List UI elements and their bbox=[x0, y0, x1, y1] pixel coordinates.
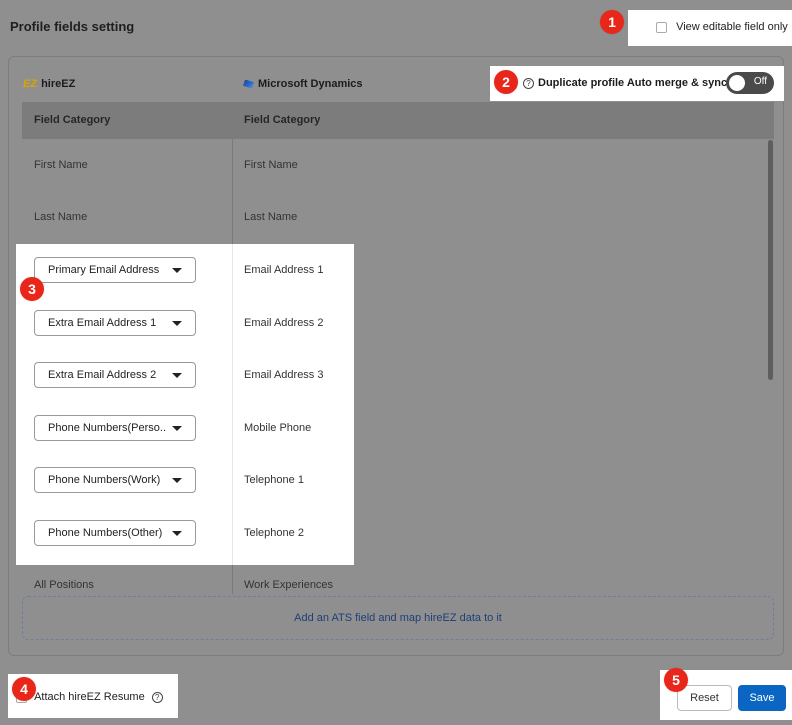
select-label: Phone Numbers(Perso... bbox=[48, 422, 166, 434]
row-last-name-left: Last Name bbox=[34, 211, 88, 223]
ats-field-email-2: Email Address 2 bbox=[244, 317, 324, 329]
caret-down-icon bbox=[172, 477, 182, 483]
mapping-select-phone-other[interactable]: Phone Numbers(Other) bbox=[34, 520, 196, 546]
table-scrollbar[interactable] bbox=[768, 140, 773, 380]
mapped-fields-panel bbox=[16, 244, 354, 565]
hireez-brand-name: hireEZ bbox=[41, 78, 76, 90]
header-hireez-field-category: Field Category bbox=[34, 114, 111, 126]
add-ats-field-button[interactable]: Add an ATS field and map hireEZ data to … bbox=[22, 596, 774, 640]
hireez-brand: EZ hireEZ bbox=[23, 78, 75, 90]
select-label: Phone Numbers(Other) bbox=[48, 527, 163, 539]
toggle-state-text: Off bbox=[753, 76, 767, 87]
help-icon[interactable]: ? bbox=[151, 691, 163, 703]
callout-badge-4: 4 bbox=[12, 677, 36, 701]
hireez-logo-icon: EZ bbox=[23, 78, 38, 90]
view-editable-label: View editable field only bbox=[676, 21, 788, 33]
mapping-select-email-2[interactable]: Extra Email Address 1 bbox=[34, 310, 196, 336]
save-button[interactable]: Save bbox=[738, 685, 786, 711]
select-label: Primary Email Address bbox=[48, 264, 160, 276]
row-all-positions-left: All Positions bbox=[34, 579, 94, 591]
mapped-column-divider bbox=[232, 244, 233, 565]
callout-badge-3: 3 bbox=[20, 277, 44, 301]
mapping-select-phone-work[interactable]: Phone Numbers(Work) bbox=[34, 467, 196, 493]
ats-field-telephone-1: Telephone 1 bbox=[244, 474, 304, 486]
duplicate-merge-toggle[interactable]: Off bbox=[726, 72, 774, 94]
view-editable-toggle[interactable]: View editable field only bbox=[656, 21, 788, 33]
mapping-select-phone-personal[interactable]: Phone Numbers(Perso... bbox=[34, 415, 196, 441]
microsoft-dynamics-logo-icon bbox=[243, 80, 254, 89]
caret-down-icon bbox=[172, 530, 182, 536]
callout-badge-2: 2 bbox=[494, 70, 518, 94]
caret-down-icon bbox=[172, 372, 182, 378]
view-editable-panel: View editable field only bbox=[628, 10, 792, 46]
duplicate-merge-panel: ? Duplicate profile Auto merge & sync Of… bbox=[490, 66, 784, 101]
header-ats-field-category: Field Category bbox=[244, 114, 321, 126]
view-editable-checkbox[interactable] bbox=[656, 21, 667, 33]
reset-button[interactable]: Reset bbox=[677, 685, 732, 711]
duplicate-merge-label: Duplicate profile Auto merge & sync bbox=[538, 77, 728, 89]
toggle-knob bbox=[729, 75, 745, 91]
table-header bbox=[22, 102, 774, 139]
caret-down-icon bbox=[172, 320, 182, 326]
ats-field-email-1: Email Address 1 bbox=[244, 264, 324, 276]
caret-down-icon bbox=[172, 425, 182, 431]
add-ats-field-label: Add an ATS field and map hireEZ data to … bbox=[294, 612, 502, 624]
ats-field-telephone-2: Telephone 2 bbox=[244, 527, 304, 539]
row-last-name-right: Last Name bbox=[244, 211, 298, 223]
callout-badge-1: 1 bbox=[600, 10, 624, 34]
mapping-select-email-3[interactable]: Extra Email Address 2 bbox=[34, 362, 196, 388]
help-icon[interactable]: ? bbox=[523, 78, 534, 89]
mapping-select-email-1[interactable]: Primary Email Address bbox=[34, 257, 196, 283]
dynamics-brand-name: Microsoft Dynamics bbox=[258, 78, 363, 90]
attach-resume-toggle[interactable]: Attach hireEZ Resume ? bbox=[16, 691, 163, 703]
attach-resume-label: Attach hireEZ Resume bbox=[34, 691, 145, 703]
select-label: Phone Numbers(Work) bbox=[48, 474, 161, 486]
caret-down-icon bbox=[172, 267, 182, 273]
select-label: Extra Email Address 2 bbox=[48, 369, 157, 381]
ats-field-email-3: Email Address 3 bbox=[244, 369, 324, 381]
callout-badge-5: 5 bbox=[664, 668, 688, 692]
ats-field-mobile-phone: Mobile Phone bbox=[244, 422, 312, 434]
row-work-experiences-right: Work Experiences bbox=[244, 579, 334, 591]
dynamics-brand: Microsoft Dynamics bbox=[243, 78, 363, 90]
row-first-name-left: First Name bbox=[34, 159, 88, 171]
select-label: Extra Email Address 1 bbox=[48, 317, 157, 329]
row-first-name-right: First Name bbox=[244, 159, 298, 171]
page-title: Profile fields setting bbox=[10, 19, 135, 34]
